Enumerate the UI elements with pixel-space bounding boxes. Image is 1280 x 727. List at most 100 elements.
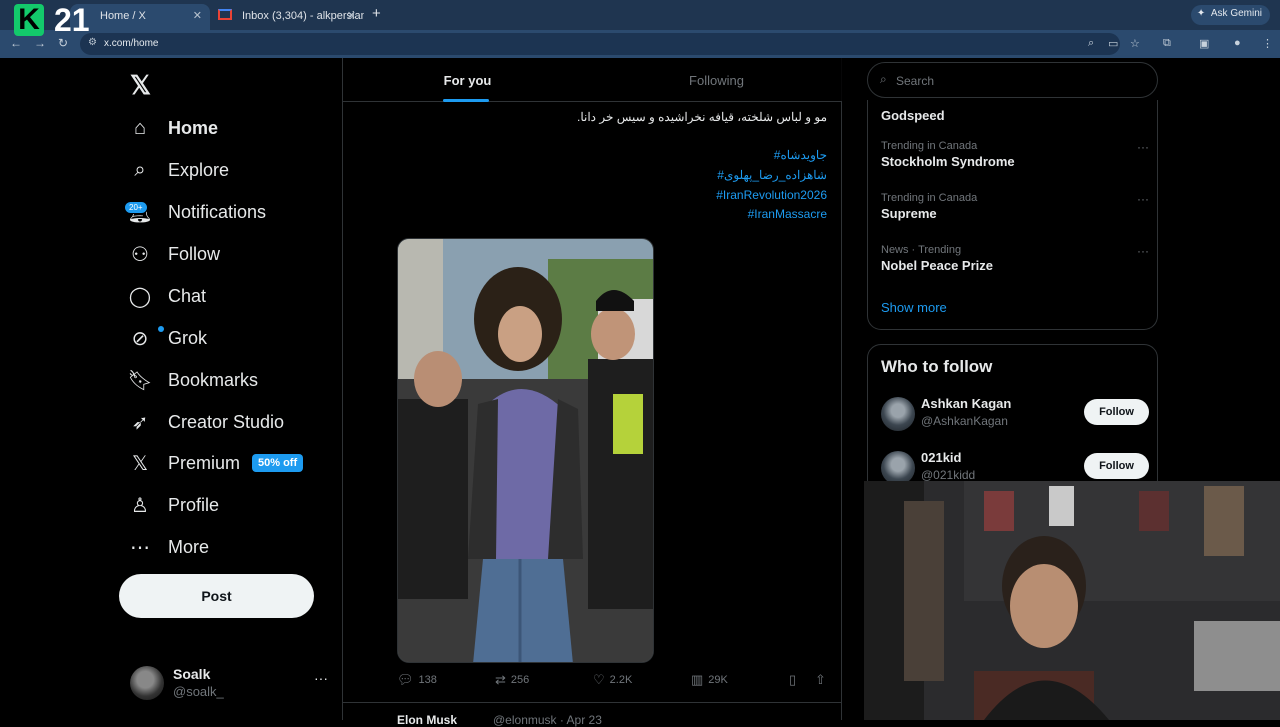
- hashtag-link[interactable]: #IranRevolution2026: [716, 188, 827, 202]
- sidebar-item-creator-studio[interactable]: ➶ Creator Studio: [128, 402, 338, 442]
- sidebar-item-label: Creator Studio: [168, 411, 285, 432]
- trend-item[interactable]: Trending in Canada Stockholm Syndrome ··…: [881, 140, 1149, 169]
- avatar: [881, 451, 915, 485]
- account-switcher[interactable]: Soalk @soalk_ ···: [128, 658, 328, 708]
- tab-title: Inbox (3,304) - alkpersian@g: [242, 10, 364, 22]
- sidebar-item-follow[interactable]: ⚇ Follow: [128, 234, 338, 274]
- notification-badge: 20+: [124, 201, 148, 214]
- hashtag-link[interactable]: #IranMassacre: [748, 207, 827, 221]
- sidebar-item-label: Chat: [168, 285, 207, 306]
- rocket-icon: ➶: [131, 411, 149, 434]
- bookmark-button[interactable]: ▯: [789, 672, 801, 688]
- sidebar-item-notifications[interactable]: 🔔︎20+ Notifications: [124, 192, 338, 232]
- photo-illustration: [398, 239, 653, 662]
- tweet-photo[interactable]: [397, 238, 654, 663]
- who-to-follow-title: Who to follow: [881, 357, 993, 376]
- star-icon[interactable]: ☆: [1130, 37, 1140, 50]
- follow-button[interactable]: Follow: [1084, 453, 1149, 479]
- menu-icon[interactable]: ⋮: [1262, 37, 1273, 50]
- show-more-link[interactable]: Show more: [881, 300, 947, 315]
- address-bar[interactable]: ⚙ x.com/home: [80, 33, 1120, 55]
- repost-button[interactable]: ⇄ 256: [495, 672, 529, 688]
- trend-context: Trending in Canada: [881, 140, 978, 152]
- sidebar-item-profile[interactable]: ♙ Profile: [128, 485, 338, 525]
- unread-dot: [158, 326, 164, 332]
- tweet-text: مو و لباس شلخته، قیافه نخراشیده و سیس خر…: [576, 110, 827, 124]
- discount-badge: 50% off: [252, 454, 304, 472]
- share-icon: ⇧: [815, 672, 826, 687]
- forward-icon[interactable]: →: [34, 36, 46, 50]
- like-count: 2.2K: [609, 674, 633, 686]
- author-handle: @elonmusk · Apr 23: [493, 713, 602, 727]
- sidebar-item-grok[interactable]: ⊘ Grok: [128, 318, 338, 358]
- sidebar-item-chat[interactable]: ◯ Chat: [128, 276, 338, 316]
- trend-item[interactable]: Trending in Canada Supreme ···: [881, 192, 1149, 221]
- webcam-overlay: [864, 481, 1280, 720]
- views-button[interactable]: ▥ 29K: [691, 672, 728, 688]
- post-button[interactable]: Post: [119, 574, 314, 618]
- search-icon: ⌕: [134, 158, 146, 181]
- sidebar-item-label: Follow: [168, 243, 221, 264]
- profile-avatar-icon[interactable]: ●: [1234, 37, 1241, 49]
- hashtag-link[interactable]: #شاهزاده_رضا_پهلوی: [717, 168, 827, 182]
- home-icon: ⌂: [133, 116, 147, 139]
- more-icon[interactable]: ···: [1137, 140, 1149, 154]
- sidebar-item-bookmarks[interactable]: 🔖︎ Bookmarks: [127, 360, 338, 400]
- sidebar-item-label: More: [168, 536, 210, 557]
- browser-tab-bar: Home / X ✕ Inbox (3,304) - alkpersian@g …: [0, 0, 1280, 30]
- close-tab-icon[interactable]: ✕: [347, 9, 356, 22]
- tab-for-you[interactable]: For you: [343, 58, 592, 102]
- feed-tabs: For you Following: [343, 58, 842, 102]
- sidebar-item-label: Premium: [168, 452, 241, 473]
- logo-letter: K: [14, 4, 44, 36]
- more-icon[interactable]: ···: [1137, 244, 1149, 258]
- reply-button[interactable]: 💬︎ 138: [397, 672, 437, 688]
- ask-gemini-button[interactable]: Ask Gemini: [1190, 5, 1270, 25]
- suggestion-name: 021kid: [921, 450, 962, 465]
- next-tweet[interactable]: Elon Musk @elonmusk · Apr 23: [343, 702, 842, 727]
- close-tab-icon[interactable]: ✕: [193, 9, 202, 22]
- sidepanel-icon[interactable]: ▣: [1199, 37, 1209, 50]
- share-button[interactable]: ⇧: [815, 672, 831, 688]
- browser-toolbar: ← → ↻ ⚙ x.com/home ⌕ ▭ ☆ ⧉ ▣ ● ⋮: [0, 30, 1280, 58]
- more-icon[interactable]: ···: [1137, 192, 1149, 206]
- trend-item[interactable]: News · Trending Nobel Peace Prize ···: [881, 244, 1149, 273]
- chart-icon: ▥: [691, 672, 704, 687]
- sidebar-item-premium[interactable]: 𝕏 Premium 50% off: [128, 443, 338, 483]
- x-logo-icon: 𝕏: [131, 452, 149, 475]
- grok-icon: ⊘: [131, 327, 149, 350]
- sidebar-item-label: Notifications: [168, 201, 267, 222]
- webcam-illustration: [864, 481, 1280, 720]
- active-tab-indicator: [443, 99, 489, 102]
- tab-following[interactable]: Following: [592, 58, 841, 102]
- extensions-icon[interactable]: ⧉: [1163, 37, 1171, 50]
- reply-icon: 💬︎: [397, 672, 414, 687]
- x-logo-icon[interactable]: 𝕏: [130, 70, 151, 101]
- like-button[interactable]: ♡ 2.2K: [593, 672, 632, 688]
- author-name: Elon Musk: [397, 713, 458, 727]
- repost-icon: ⇄: [495, 672, 506, 687]
- tweet-actions: 💬︎ 138 ⇄ 256 ♡ 2.2K ▥ 29K ▯ ⇧: [397, 672, 827, 692]
- trends-panel: Godspeed Trending in Canada Stockholm Sy…: [867, 100, 1158, 330]
- search-input[interactable]: ⌕ Search: [867, 62, 1158, 98]
- more-icon[interactable]: ···: [314, 670, 328, 686]
- avatar: [130, 666, 164, 700]
- tab-title: Home / X: [100, 10, 146, 22]
- bookmark-icon: ▯: [789, 672, 797, 687]
- back-icon[interactable]: ←: [10, 36, 22, 50]
- reply-count: 138: [418, 674, 437, 686]
- account-name: Soalk: [173, 666, 211, 682]
- sidebar-item-more[interactable]: ⋯ More: [128, 527, 338, 567]
- tab-inbox[interactable]: Inbox (3,304) - alkpersian@g ✕: [212, 4, 364, 30]
- hashtag-link[interactable]: #جاویدشاه: [774, 148, 827, 162]
- trend-item[interactable]: Godspeed: [881, 106, 1149, 123]
- cast-icon[interactable]: ▭: [1108, 37, 1118, 50]
- trend-name: Supreme: [881, 206, 937, 221]
- new-tab-button[interactable]: +: [372, 5, 381, 22]
- zoom-icon[interactable]: ⌕: [1088, 37, 1094, 50]
- sidebar-item-label: Home: [168, 117, 219, 138]
- follow-button[interactable]: Follow: [1084, 399, 1149, 425]
- sidebar-item-home[interactable]: ⌂ Home: [128, 108, 338, 148]
- follow-suggestion[interactable]: Ashkan Kagan @AshkanKagan Follow: [881, 393, 1149, 433]
- sidebar-item-explore[interactable]: ⌕ Explore: [128, 150, 338, 190]
